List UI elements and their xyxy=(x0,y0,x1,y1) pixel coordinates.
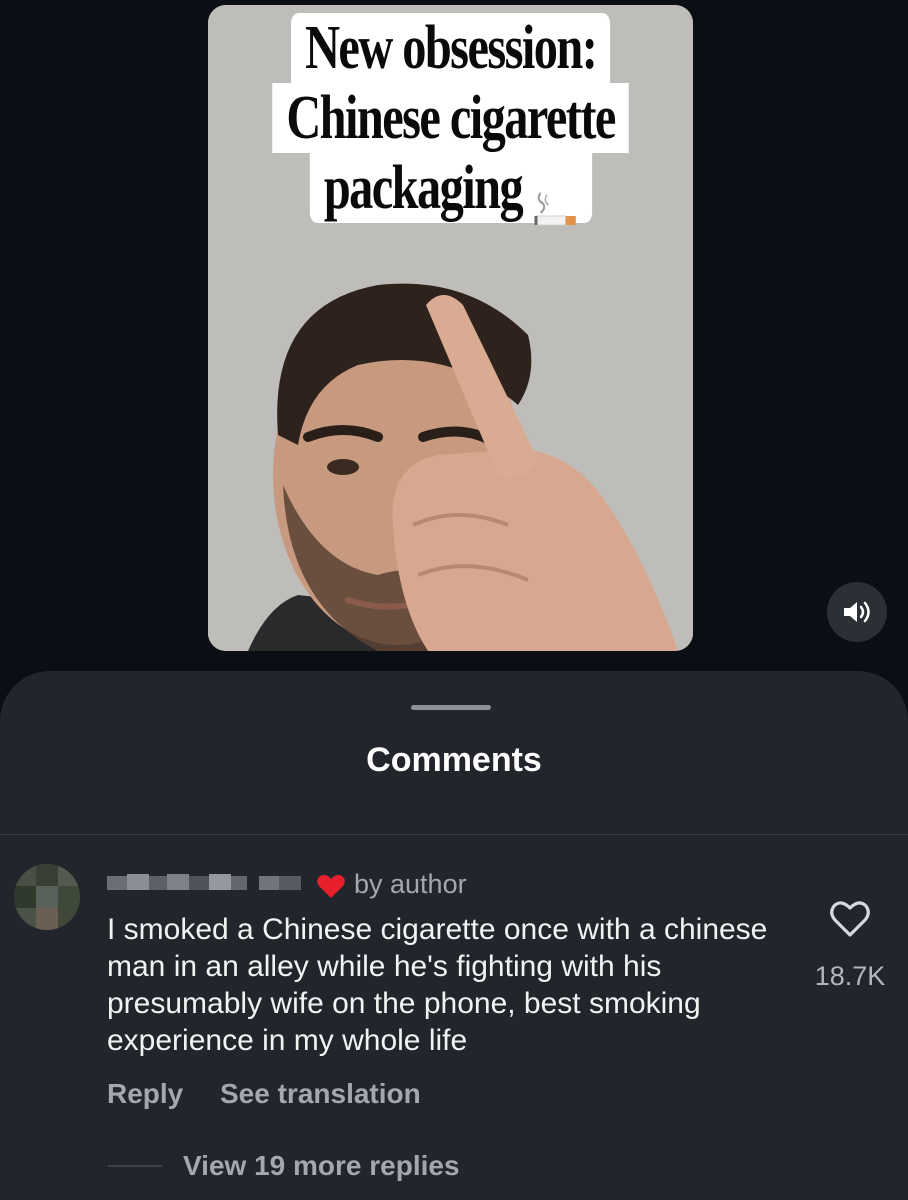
by-author-badge: by author xyxy=(354,869,467,899)
divider xyxy=(0,834,908,835)
cigarette-emoji-icon xyxy=(532,174,577,226)
caption-line-2: Chinese cigarette xyxy=(272,83,629,153)
see-translation-button[interactable]: See translation xyxy=(220,1078,421,1110)
comment-text: I smoked a Chinese cigarette once with a… xyxy=(107,913,768,1057)
app-screen: New obsession: Chinese cigarette packagi… xyxy=(0,0,908,1200)
like-count: 18.7K xyxy=(814,961,886,991)
video-player[interactable]: New obsession: Chinese cigarette packagi… xyxy=(208,5,693,651)
reply-button[interactable]: Reply xyxy=(107,1078,183,1110)
caption-line-1: New obsession: xyxy=(290,13,611,83)
avatar[interactable] xyxy=(14,864,80,930)
red-heart-icon xyxy=(316,874,346,900)
replies-divider-line xyxy=(108,1165,162,1167)
username-pixelated[interactable] xyxy=(107,870,307,896)
heart-outline-icon[interactable] xyxy=(829,899,871,939)
video-caption: New obsession: Chinese cigarette packagi… xyxy=(208,13,693,226)
caption-line-3: packaging xyxy=(309,153,592,226)
comments-sheet: Comments by author I smoked a Chinese ci… xyxy=(0,671,908,1200)
comments-title: Comments xyxy=(366,741,542,779)
sound-toggle-button[interactable] xyxy=(827,582,887,642)
sheet-drag-handle[interactable] xyxy=(411,705,491,710)
view-more-replies-button[interactable]: View 19 more replies xyxy=(183,1150,460,1182)
speaker-icon xyxy=(844,601,870,623)
